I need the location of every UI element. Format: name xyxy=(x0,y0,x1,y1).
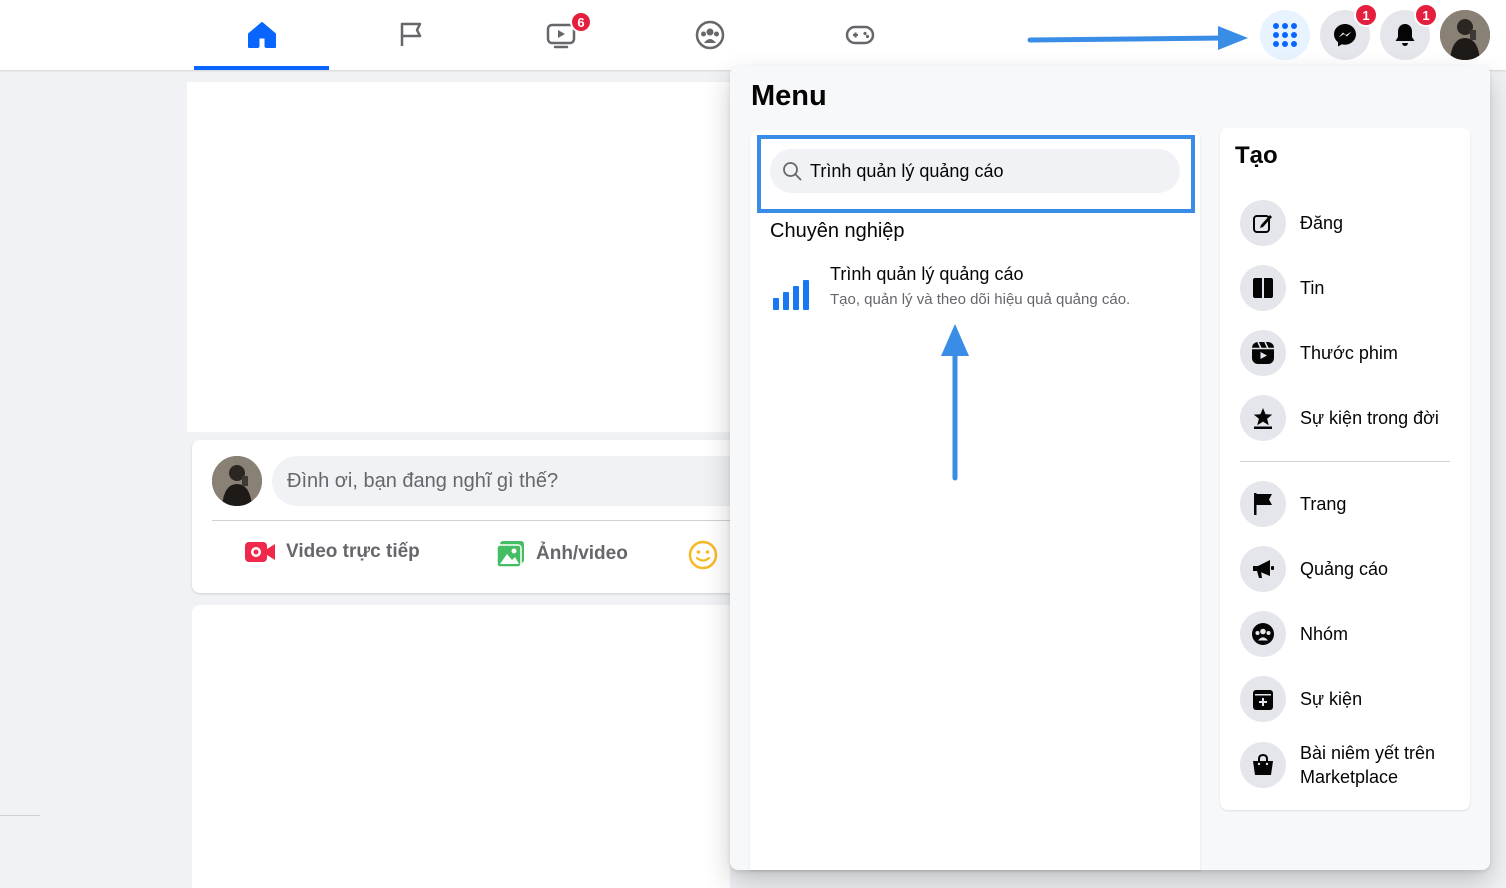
section-label: Chuyên nghiệp xyxy=(770,220,905,242)
gamepad-icon xyxy=(845,25,874,45)
divider xyxy=(1240,461,1450,462)
flag-icon xyxy=(400,22,421,46)
notifications-button[interactable]: 1 xyxy=(1380,3,1438,60)
groups-icon xyxy=(695,20,724,50)
star-icon xyxy=(1240,395,1286,441)
post-composer: Đình ơi, bạn đang nghĩ gì thế? Video trự… xyxy=(192,440,742,593)
create-page[interactable]: Trang xyxy=(1240,481,1460,527)
tab-watch[interactable]: 6 xyxy=(493,0,628,70)
search-icon xyxy=(783,162,802,181)
tab-gaming[interactable] xyxy=(792,0,927,70)
megaphone-icon xyxy=(1240,546,1286,592)
photo-icon xyxy=(496,541,524,568)
menu-title: Menu xyxy=(751,80,827,112)
create-reel[interactable]: Thước phim xyxy=(1240,330,1460,376)
grid-menu-icon xyxy=(1273,23,1297,47)
divider xyxy=(0,815,40,816)
smiley-icon xyxy=(688,540,718,570)
home-icon xyxy=(247,22,276,48)
avatar[interactable] xyxy=(212,456,262,506)
shopping-bag-icon xyxy=(1240,742,1286,788)
live-video-icon xyxy=(245,542,275,562)
create-story[interactable]: Tin xyxy=(1240,265,1460,311)
create-post[interactable]: Đăng xyxy=(1240,200,1460,246)
reels-icon xyxy=(1240,330,1286,376)
annotation-arrow-up xyxy=(941,324,969,481)
notifications-badge: 1 xyxy=(1414,3,1438,27)
flag-icon xyxy=(1240,481,1286,527)
create-title: Tạo xyxy=(1235,142,1278,169)
group-icon xyxy=(1240,611,1286,657)
create-life-event[interactable]: Sự kiện trong đời xyxy=(1240,395,1460,441)
messenger-icon xyxy=(1334,24,1356,47)
tab-groups[interactable] xyxy=(642,0,777,70)
menu-panel: Menu Chuyên nghiệp Trình quản lý quảng c… xyxy=(730,66,1490,870)
feed-stories-card xyxy=(187,82,730,432)
ads-manager-result[interactable]: Trình quản lý quảng cáo Tạo, quản lý và … xyxy=(770,260,1190,316)
create-marketplace-listing[interactable]: Bài niêm yết trên Marketplace xyxy=(1240,741,1460,789)
tab-home[interactable] xyxy=(194,0,329,70)
create-group[interactable]: Nhóm xyxy=(1240,611,1460,657)
messenger-button[interactable]: 1 xyxy=(1320,3,1378,60)
result-description: Tạo, quản lý và theo dõi hiệu quả quảng … xyxy=(830,291,1131,308)
annotation-arrow-right xyxy=(1027,26,1248,50)
profile-avatar[interactable] xyxy=(1440,10,1490,60)
watch-badge: 6 xyxy=(570,11,592,33)
top-navbar: 6 1 1 xyxy=(0,0,1506,70)
composer-input[interactable]: Đình ơi, bạn đang nghĩ gì thế? xyxy=(272,456,742,506)
create-event[interactable]: Sự kiện xyxy=(1240,676,1460,722)
messenger-badge: 1 xyxy=(1354,3,1378,27)
menu-button[interactable] xyxy=(1260,10,1310,60)
ads-manager-icon xyxy=(770,266,814,310)
book-icon xyxy=(1240,265,1286,311)
create-ad[interactable]: Quảng cáo xyxy=(1240,546,1460,592)
feed-post-card xyxy=(192,605,730,888)
menu-search[interactable] xyxy=(770,149,1180,193)
photo-video-button[interactable]: Ảnh/video xyxy=(496,540,628,568)
calendar-plus-icon xyxy=(1240,676,1286,722)
result-title: Trình quản lý quảng cáo xyxy=(830,264,1024,284)
create-column: Tạo Đăng Tin Thước phim Sự kiện trong đờ… xyxy=(1220,128,1470,810)
feeling-button[interactable] xyxy=(688,540,718,570)
search-input[interactable] xyxy=(810,160,1170,182)
menu-left-column: Chuyên nghiệp Trình quản lý quảng cáo Tạ… xyxy=(750,130,1200,870)
edit-icon xyxy=(1240,200,1286,246)
bell-icon xyxy=(1395,24,1415,46)
live-video-button[interactable]: Video trực tiếp xyxy=(244,540,420,564)
tab-pages[interactable] xyxy=(343,0,478,70)
divider xyxy=(212,520,730,521)
